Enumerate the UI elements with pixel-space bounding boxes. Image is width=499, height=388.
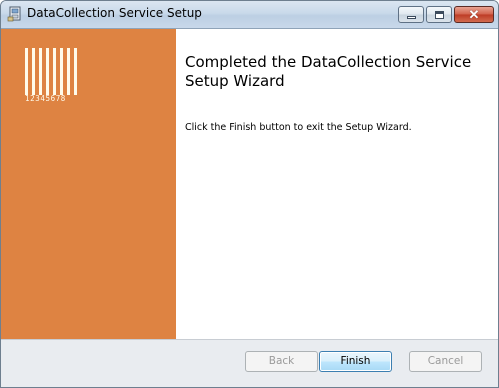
barcode-bar bbox=[25, 48, 28, 95]
barcode-bar bbox=[53, 48, 56, 95]
maximize-button[interactable] bbox=[426, 6, 452, 23]
barcode-bar bbox=[46, 48, 49, 95]
barcode-digits: 12345678 bbox=[25, 94, 66, 103]
minimize-button[interactable] bbox=[398, 6, 424, 23]
setup-window: DataCollection Service Setup ✕ 12345678 bbox=[0, 0, 499, 388]
barcode-bar bbox=[67, 48, 70, 95]
barcode-bar bbox=[74, 48, 77, 95]
barcode-bar bbox=[32, 48, 35, 95]
installer-app-icon bbox=[7, 6, 21, 22]
cancel-button[interactable]: Cancel bbox=[409, 351, 482, 372]
title-bar[interactable]: DataCollection Service Setup ✕ bbox=[1, 1, 498, 29]
window-title: DataCollection Service Setup bbox=[27, 6, 202, 20]
barcode-bar bbox=[39, 48, 42, 95]
finish-button[interactable]: Finish bbox=[319, 351, 392, 372]
completion-heading: Completed the DataCollection Service Set… bbox=[185, 53, 472, 90]
maximize-icon bbox=[427, 7, 451, 22]
side-banner: 12345678 bbox=[1, 29, 176, 339]
close-icon: ✕ bbox=[468, 7, 480, 22]
completion-message: Click the Finish button to exit the Setu… bbox=[185, 122, 412, 133]
barcode-icon: 12345678 bbox=[23, 48, 87, 104]
button-bar: Back Finish Cancel bbox=[1, 339, 498, 387]
back-button[interactable]: Back bbox=[245, 351, 318, 372]
minimize-icon bbox=[399, 7, 423, 22]
barcode-bar bbox=[60, 48, 63, 95]
wizard-content: 12345678 Completed the DataCollection Se… bbox=[1, 29, 498, 339]
close-button[interactable]: ✕ bbox=[454, 6, 494, 23]
